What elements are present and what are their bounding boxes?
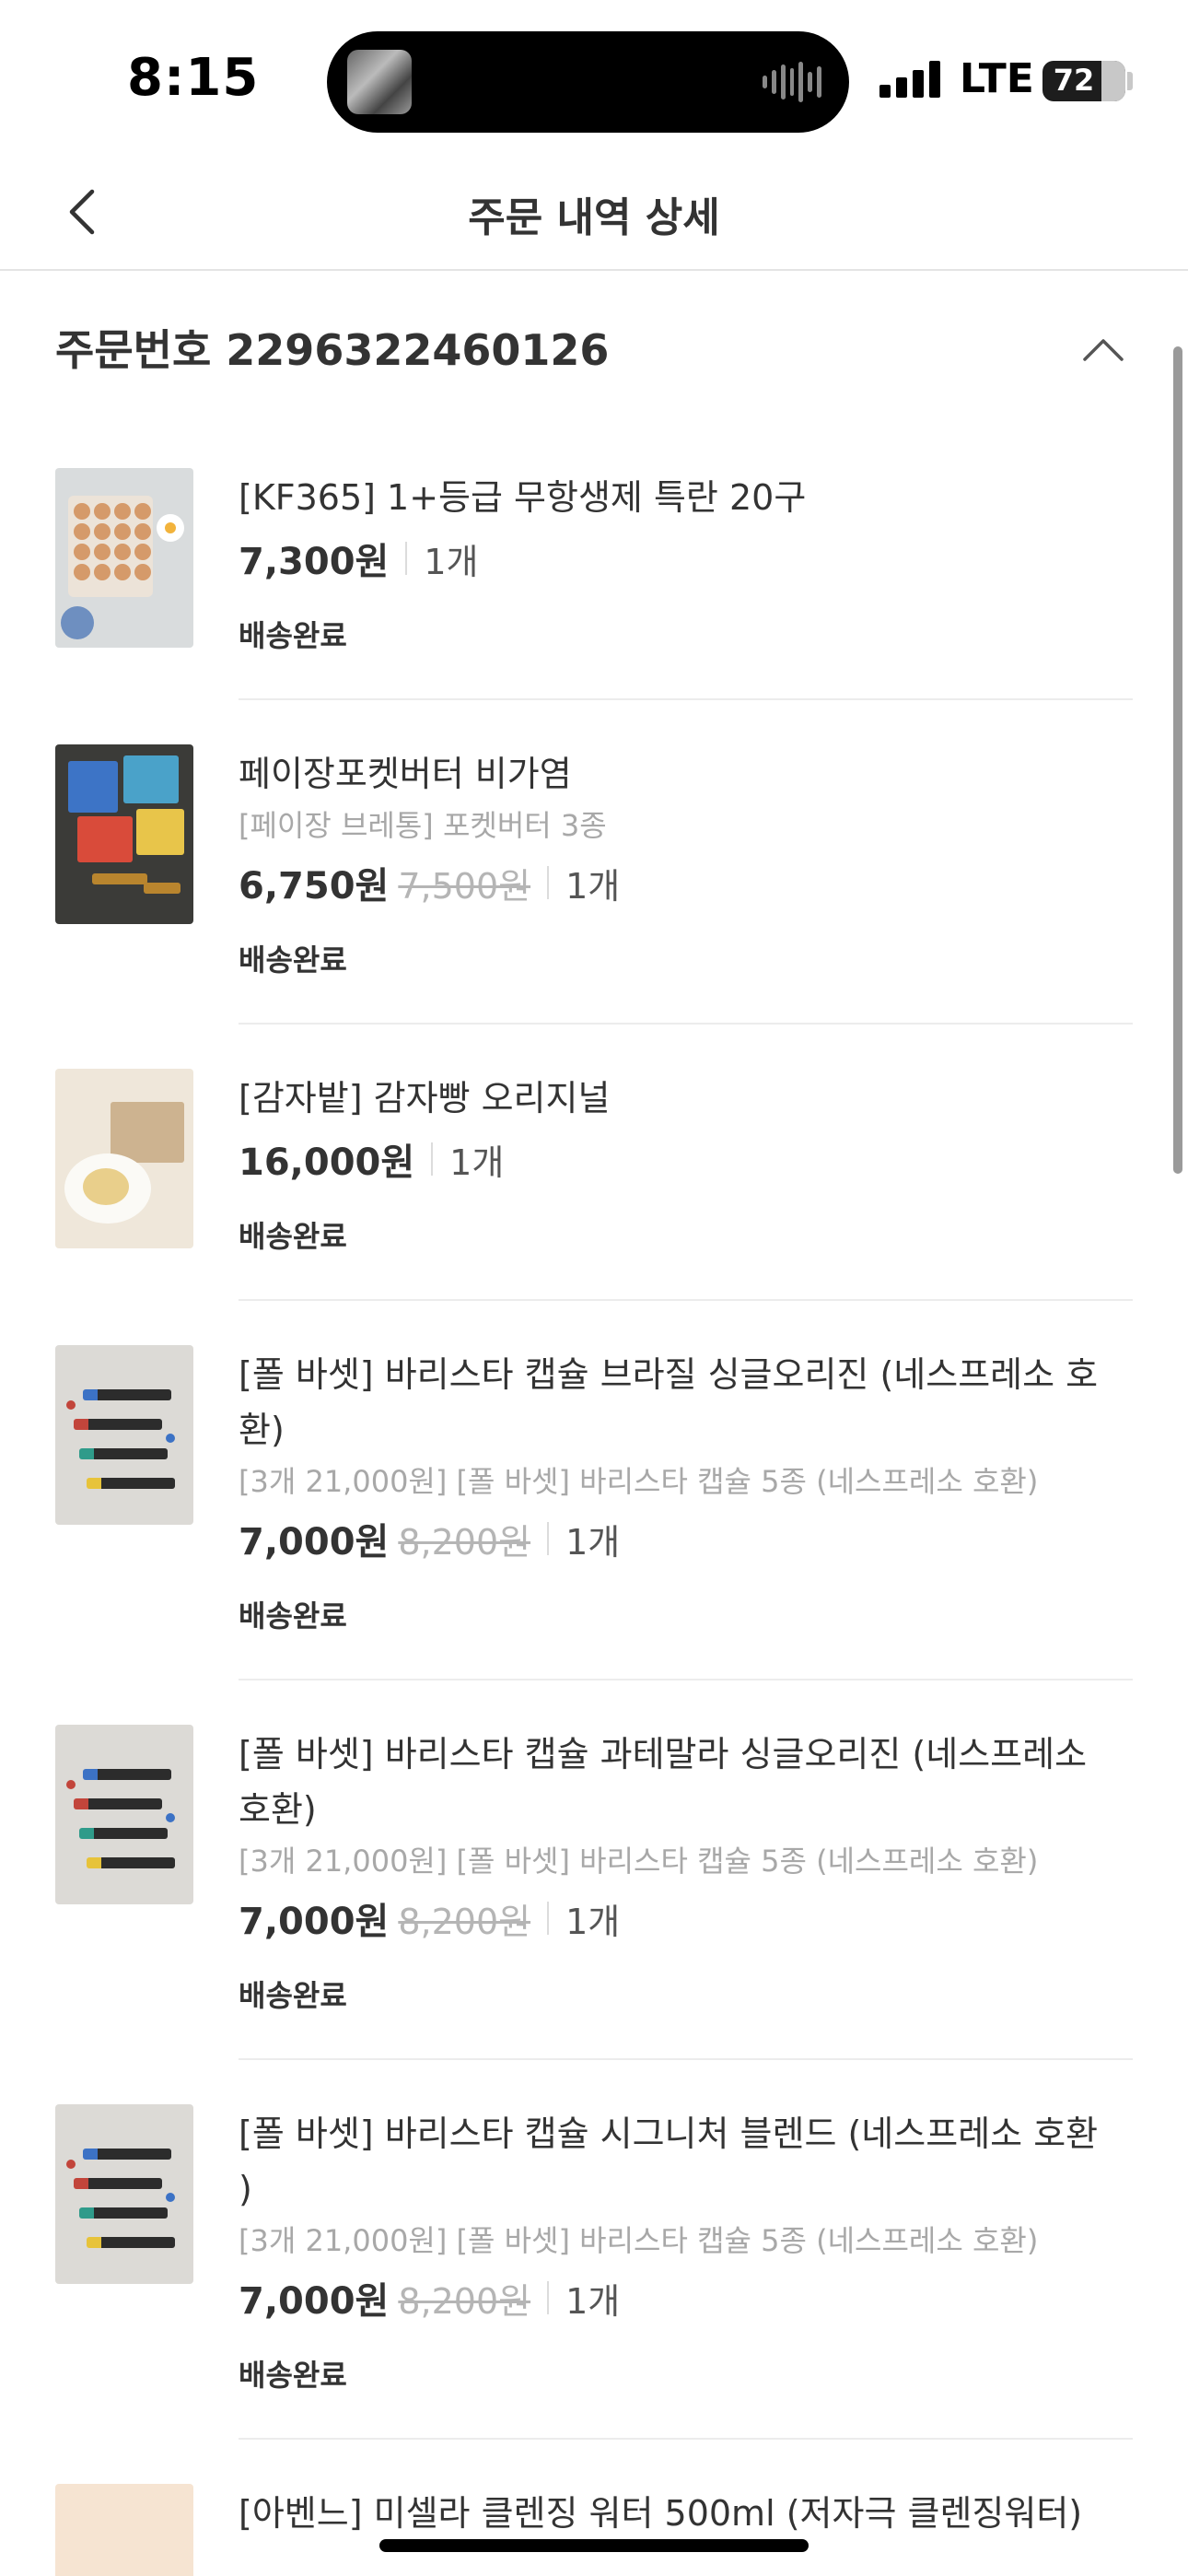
audio-waveform-icon: [763, 61, 822, 103]
order-item[interactable]: 페이장포켓버터 비가염 [페이장 브레통] 포켓버터 3종 6,750원 7,5…: [0, 700, 1188, 1025]
dynamic-island[interactable]: [327, 31, 849, 133]
sale-price: 7,000원: [239, 2280, 390, 2323]
price-row: 16,000원 1개: [239, 1130, 1133, 1188]
price-row: 6,750원 7,500원 1개: [239, 853, 1133, 912]
order-item[interactable]: [폴 바셋] 바리스타 캡슐 시그니처 블렌드 (네스프레소 호환) [3개 2…: [0, 2060, 1188, 2440]
quantity: 1개: [565, 865, 621, 907]
quantity: 1개: [424, 541, 479, 582]
product-option: [3개 21,000원] [폴 바셋] 바리스타 캡슐 5종 (네스프레소 호환…: [239, 1844, 1039, 1879]
divider: [547, 2281, 550, 2314]
divider: [405, 542, 408, 575]
divider: [431, 1142, 434, 1176]
battery-tip: [1127, 72, 1133, 90]
price-row: 7,000원 8,200원 1개: [239, 1889, 1133, 1948]
order-item-list: [KF365] 1+등급 무항생제 특란 20구 7,300원 1개 배송완료: [0, 424, 1188, 2576]
cellular-signal-icon: [879, 61, 942, 98]
order-detail-screen: 8:15 LTE 72 주문 내역 상세 주문번호 2296322460126: [0, 0, 1188, 2576]
product-option: [페이장 브레통] 포켓버터 3종: [239, 808, 607, 843]
delivery-status: 배송완료: [239, 2358, 347, 2393]
product-name: [KF365] 1+등급 무항생제 특란 20구: [239, 477, 807, 518]
product-name: [아벤느] 미셀라 클렌징 워터 500ml (저자극 클렌징워터): [239, 2493, 1083, 2534]
status-bar: 8:15 LTE 72: [0, 0, 1188, 157]
order-header[interactable]: 주문번호 2296322460126: [55, 313, 1133, 387]
battery-level: 72: [1053, 63, 1095, 98]
product-thumbnail[interactable]: [55, 1725, 193, 1904]
product-thumbnail[interactable]: [55, 468, 193, 648]
product-thumbnail[interactable]: [55, 1069, 193, 1248]
price-row: 7,000원 8,200원 1개: [239, 2268, 1133, 2327]
delivery-status: 배송완료: [239, 1978, 347, 2013]
home-indicator[interactable]: [379, 2539, 809, 2552]
chevron-up-icon[interactable]: [1079, 326, 1127, 374]
divider: [547, 1902, 550, 1935]
product-option: [3개 21,000원] [폴 바셋] 바리스타 캡슐 5종 (네스프레소 호환…: [239, 2223, 1039, 2258]
page-title: 주문 내역 상세: [468, 194, 720, 241]
delivery-status: 배송완료: [239, 1219, 347, 1254]
navigation-bar: 주문 내역 상세: [0, 157, 1188, 271]
original-price: 7,500원: [398, 865, 531, 907]
original-price: 8,200원: [398, 1521, 531, 1563]
order-item[interactable]: [KF365] 1+등급 무항생제 특란 20구 7,300원 1개 배송완료: [0, 424, 1188, 700]
order-number: 주문번호 2296322460126: [55, 325, 610, 375]
divider: [547, 1522, 550, 1555]
product-name: [폴 바셋] 바리스타 캡슐 브라질 싱글오리진 (네스프레소 호 환): [239, 1354, 1099, 1450]
product-thumbnail[interactable]: [55, 1345, 193, 1525]
product-name: [폴 바셋] 바리스타 캡슐 시그니처 블렌드 (네스프레소 호환): [239, 2113, 1099, 2209]
delivery-status: 배송완료: [239, 618, 347, 653]
original-price: 8,200원: [398, 2280, 531, 2322]
price-row: 7,000원 8,200원 1개: [239, 1509, 1133, 1568]
sale-price: 6,750원: [239, 865, 390, 907]
product-name: 페이장포켓버터 비가염: [239, 754, 572, 794]
sale-price: 7,000원: [239, 1901, 390, 1943]
sale-price: 7,300원: [239, 541, 390, 583]
divider: [547, 866, 550, 899]
network-type: LTE: [960, 55, 1034, 102]
original-price: 8,200원: [398, 1901, 531, 1942]
battery-icon: 72: [1042, 61, 1125, 101]
status-time: 8:15: [127, 48, 260, 108]
order-item[interactable]: [폴 바셋] 바리스타 캡슐 과테말라 싱글오리진 (네스프레소 호환) [3개 …: [0, 1680, 1188, 2060]
quantity: 1개: [449, 1142, 505, 1183]
quantity: 1개: [565, 1901, 621, 1942]
order-item[interactable]: [아벤느] 미셀라 클렌징 워터 500ml (저자극 클렌징워터): [0, 2440, 1188, 2576]
delivery-status: 배송완료: [239, 1598, 347, 1633]
delivery-status: 배송완료: [239, 943, 347, 978]
product-name: [감자밭] 감자빵 오리지널: [239, 1078, 611, 1118]
sale-price: 16,000원: [239, 1142, 415, 1184]
order-item[interactable]: [감자밭] 감자빵 오리지널 16,000원 1개 배송완료: [0, 1025, 1188, 1301]
promo-badge-icon: [61, 606, 94, 639]
product-thumbnail[interactable]: [55, 744, 193, 924]
product-name: [폴 바셋] 바리스타 캡슐 과테말라 싱글오리진 (네스프레소 호환): [239, 1734, 1088, 1830]
quantity: 1개: [565, 1521, 621, 1563]
sale-price: 7,000원: [239, 1521, 390, 1563]
order-item[interactable]: [폴 바셋] 바리스타 캡슐 브라질 싱글오리진 (네스프레소 호 환) [3개 …: [0, 1301, 1188, 1680]
product-thumbnail[interactable]: [55, 2484, 193, 2576]
now-playing-artwork: [347, 50, 412, 114]
product-option: [3개 21,000원] [폴 바셋] 바리스타 캡슐 5종 (네스프레소 호환…: [239, 1464, 1039, 1499]
product-thumbnail[interactable]: [55, 2104, 193, 2284]
price-row: 7,300원 1개: [239, 529, 1133, 588]
quantity: 1개: [565, 2280, 621, 2322]
